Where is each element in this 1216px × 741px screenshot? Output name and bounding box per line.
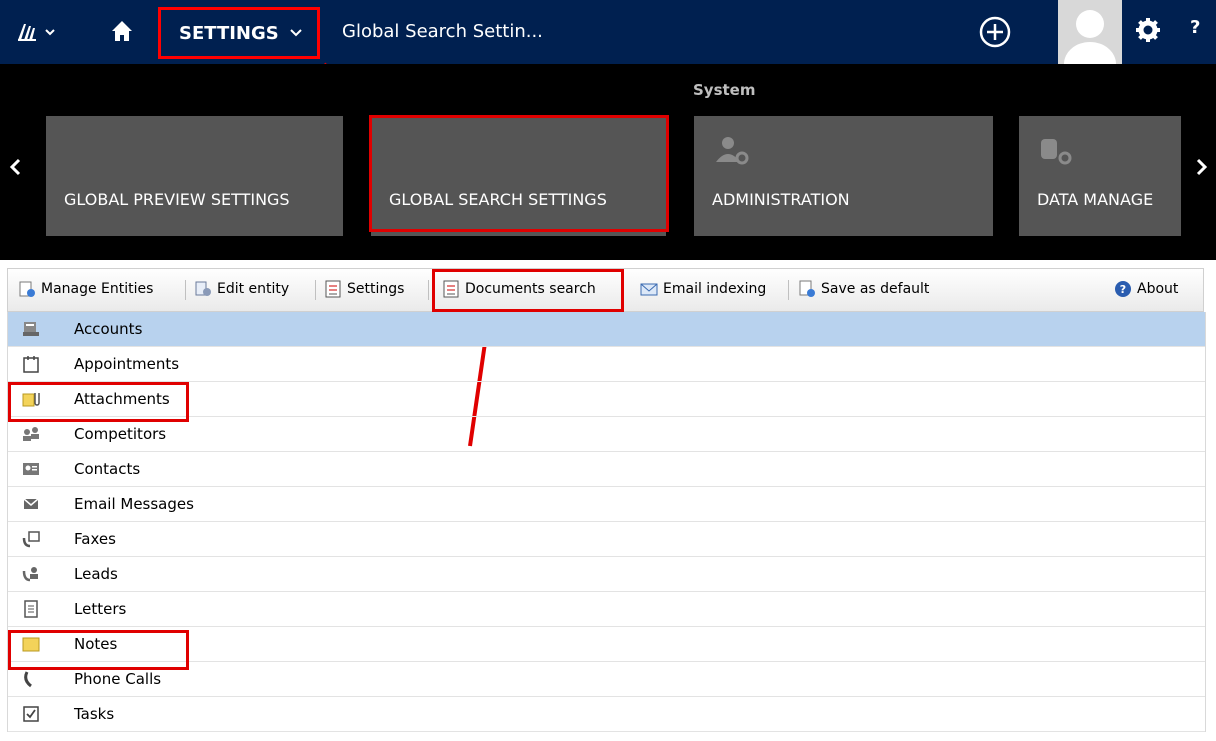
letter-icon xyxy=(22,600,40,618)
list-item-email-messages[interactable]: Email Messages xyxy=(8,487,1205,522)
about-button[interactable]: ? About xyxy=(1114,280,1178,298)
dynamics-logo-icon[interactable] xyxy=(16,20,62,44)
toolbar-separator xyxy=(788,280,789,300)
tile-global-preview-settings[interactable]: GLOBAL PREVIEW SETTINGS xyxy=(46,116,343,236)
email-indexing-button[interactable]: Email indexing xyxy=(640,280,766,298)
home-icon[interactable] xyxy=(110,19,134,43)
chevron-left-icon[interactable] xyxy=(9,158,21,180)
list-item-faxes[interactable]: Faxes xyxy=(8,522,1205,557)
save-default-icon xyxy=(798,280,816,298)
phone-icon xyxy=(22,670,40,688)
checklist-icon xyxy=(324,280,342,298)
highlight-box xyxy=(369,115,669,232)
edit-entity-button[interactable]: Edit entity xyxy=(194,280,289,298)
top-navigation-bar: SETTINGS Global Search Settin... ? xyxy=(0,0,1216,64)
list-item-contacts[interactable]: Contacts xyxy=(8,452,1205,487)
entity-label: Accounts xyxy=(74,320,143,338)
save-as-default-button[interactable]: Save as default xyxy=(798,280,929,298)
list-item-accounts[interactable]: Accounts xyxy=(8,312,1205,347)
list-item-leads[interactable]: Leads xyxy=(8,557,1205,592)
manage-entities-icon xyxy=(18,280,36,298)
about-label: About xyxy=(1137,281,1179,297)
ribbon-group-label: System xyxy=(693,81,756,99)
competitor-icon xyxy=(22,425,40,443)
tile-label: ADMINISTRATION xyxy=(712,190,850,209)
email-icon xyxy=(640,280,658,298)
entity-label: Competitors xyxy=(74,425,167,443)
settings-label: Settings xyxy=(347,281,405,297)
admin-users-icon xyxy=(716,136,750,170)
chevron-right-icon[interactable] xyxy=(1196,158,1208,180)
chevron-down-icon xyxy=(289,24,303,43)
database-icon xyxy=(1039,136,1073,170)
fax-icon xyxy=(22,530,40,548)
settings-menu-label: SETTINGS xyxy=(179,23,279,44)
email-indexing-label: Email indexing xyxy=(663,281,767,297)
gear-icon[interactable] xyxy=(1135,17,1161,47)
create-new-icon[interactable] xyxy=(978,15,1012,53)
contact-card-icon xyxy=(22,460,40,478)
task-icon xyxy=(22,705,40,723)
manage-entities-button[interactable]: Manage Entities xyxy=(18,280,153,298)
settings-menu-button[interactable]: SETTINGS xyxy=(158,7,320,59)
highlight-box xyxy=(8,630,189,670)
list-item-appointments[interactable]: Appointments xyxy=(8,347,1205,382)
list-item-competitors[interactable]: Competitors xyxy=(8,417,1205,452)
edit-entity-icon xyxy=(194,280,212,298)
manage-entities-label: Manage Entities xyxy=(41,281,154,297)
entity-label: Phone Calls xyxy=(74,670,162,688)
list-item-letters[interactable]: Letters xyxy=(8,592,1205,627)
highlight-box xyxy=(432,269,624,312)
lead-icon xyxy=(22,565,40,583)
highlight-box xyxy=(8,382,189,422)
entity-label: Appointments xyxy=(74,355,180,373)
toolbar-separator xyxy=(315,280,316,300)
help-icon[interactable]: ? xyxy=(1190,17,1200,38)
svg-text:?: ? xyxy=(1120,283,1126,296)
breadcrumb-current-page[interactable]: Global Search Settin... xyxy=(342,21,543,42)
user-avatar[interactable] xyxy=(1058,0,1122,64)
toolbar-separator xyxy=(185,280,186,300)
entity-label: Email Messages xyxy=(74,495,194,513)
account-icon xyxy=(22,320,40,338)
tile-data-management[interactable]: DATA MANAGE xyxy=(1019,116,1181,236)
save-as-default-label: Save as default xyxy=(821,281,930,297)
edit-entity-label: Edit entity xyxy=(217,281,290,297)
list-item-tasks[interactable]: Tasks xyxy=(8,697,1205,732)
entity-label: Letters xyxy=(74,600,127,618)
entity-label: Contacts xyxy=(74,460,141,478)
entity-label: Tasks xyxy=(74,705,115,723)
entity-label: Faxes xyxy=(74,530,116,548)
toolbar-separator xyxy=(428,280,429,300)
entity-label: Leads xyxy=(74,565,118,583)
tile-administration[interactable]: ADMINISTRATION xyxy=(694,116,993,236)
tile-label: GLOBAL PREVIEW SETTINGS xyxy=(64,190,290,209)
tile-label: DATA MANAGE xyxy=(1037,190,1154,209)
calendar-icon xyxy=(22,355,40,373)
email-icon xyxy=(22,495,40,513)
help-circle-icon: ? xyxy=(1114,280,1132,298)
settings-button[interactable]: Settings xyxy=(324,280,404,298)
